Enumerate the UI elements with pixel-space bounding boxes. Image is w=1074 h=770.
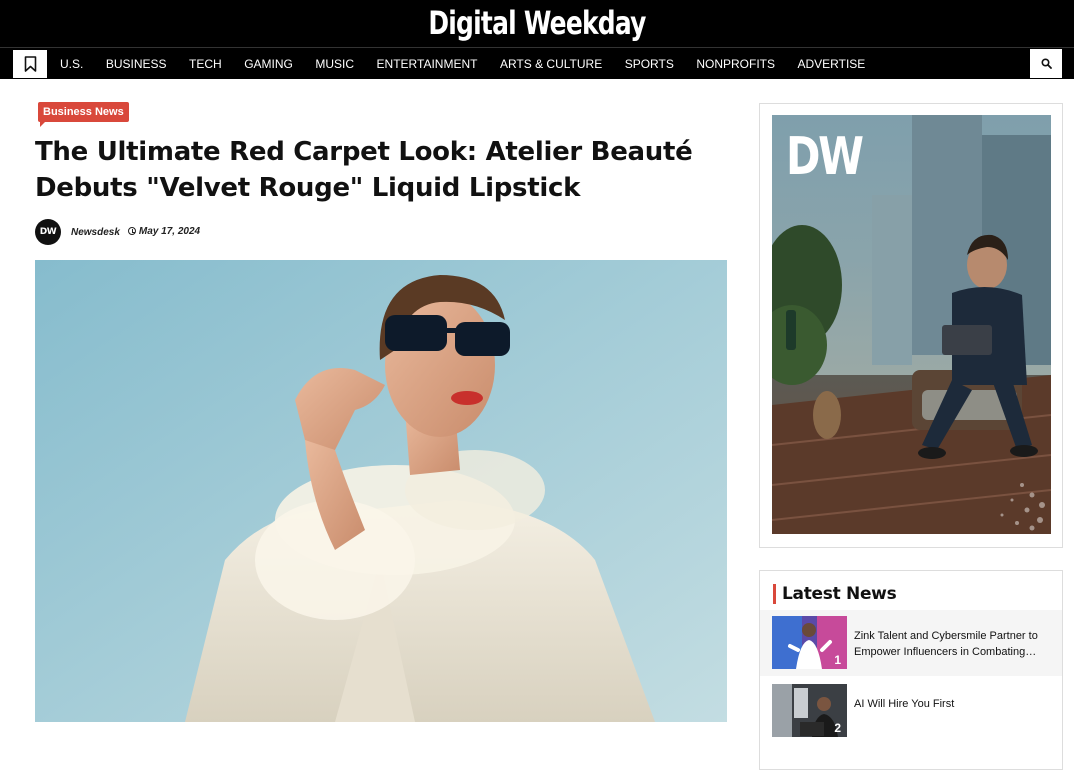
news-title[interactable]: AI Will Hire You First	[854, 696, 1049, 712]
author-avatar[interactable]: DW	[35, 219, 61, 245]
article-meta: DW Newsdesk May 17, 2024	[35, 219, 200, 245]
ad-image[interactable]: DW	[772, 115, 1051, 534]
site-header: Digital Weekday	[0, 0, 1074, 47]
publish-date: May 17, 2024	[127, 225, 201, 237]
nav-item-advertise[interactable]: ADVERTISE	[798, 57, 866, 71]
search-icon	[1040, 58, 1052, 69]
news-thumbnail[interactable]: 1	[772, 616, 847, 669]
list-item[interactable]: 2 AI Will Hire You First	[760, 678, 1062, 744]
nav-item-tech[interactable]: TECH	[189, 57, 222, 71]
news-rank: 1	[834, 653, 841, 667]
nav-item-nonprofits[interactable]: NONPROFITS	[696, 57, 775, 71]
list-item[interactable]: 1 Zink Talent and Cybersmile Partner to …	[760, 610, 1062, 676]
author-name[interactable]: Newsdesk	[71, 227, 120, 238]
search-button[interactable]	[1030, 49, 1062, 78]
nav-item-us[interactable]: U.S.	[60, 57, 83, 71]
latest-news-widget: Latest News 1 Zink Talent and Cybersmile…	[759, 570, 1063, 770]
nav-item-entertainment[interactable]: ENTERTAINMENT	[377, 57, 478, 71]
hero-image	[35, 260, 727, 722]
article-headline: The Ultimate Red Carpet Look: Atelier Be…	[35, 137, 693, 203]
bookmark-button[interactable]	[13, 50, 47, 78]
nav-item-music[interactable]: MUSIC	[315, 57, 354, 71]
sidebar-ad: DW	[759, 103, 1063, 548]
category-badge[interactable]: Business News	[38, 102, 129, 127]
publish-date-text: May 17, 2024	[138, 225, 201, 237]
site-logo[interactable]: Digital Weekday	[118, 2, 956, 44]
nav-item-gaming[interactable]: GAMING	[244, 57, 293, 71]
main-nav: U.S. BUSINESS TECH GAMING MUSIC ENTERTAI…	[0, 47, 1074, 79]
hero-illustration	[35, 260, 727, 722]
latest-news-title: Latest News	[773, 584, 897, 604]
ad-logo: DW	[786, 127, 864, 187]
nav-item-arts-culture[interactable]: ARTS & CULTURE	[500, 57, 602, 71]
nav-item-business[interactable]: BUSINESS	[106, 57, 167, 71]
nav-item-sports[interactable]: SPORTS	[625, 57, 674, 71]
news-rank: 2	[834, 721, 841, 735]
bookmark-icon	[24, 56, 36, 72]
news-title[interactable]: Zink Talent and Cybersmile Partner to Em…	[854, 628, 1049, 660]
nav-menu: U.S. BUSINESS TECH GAMING MUSIC ENTERTAI…	[60, 48, 888, 79]
news-thumbnail[interactable]: 2	[772, 684, 847, 737]
clock-icon	[127, 227, 136, 235]
